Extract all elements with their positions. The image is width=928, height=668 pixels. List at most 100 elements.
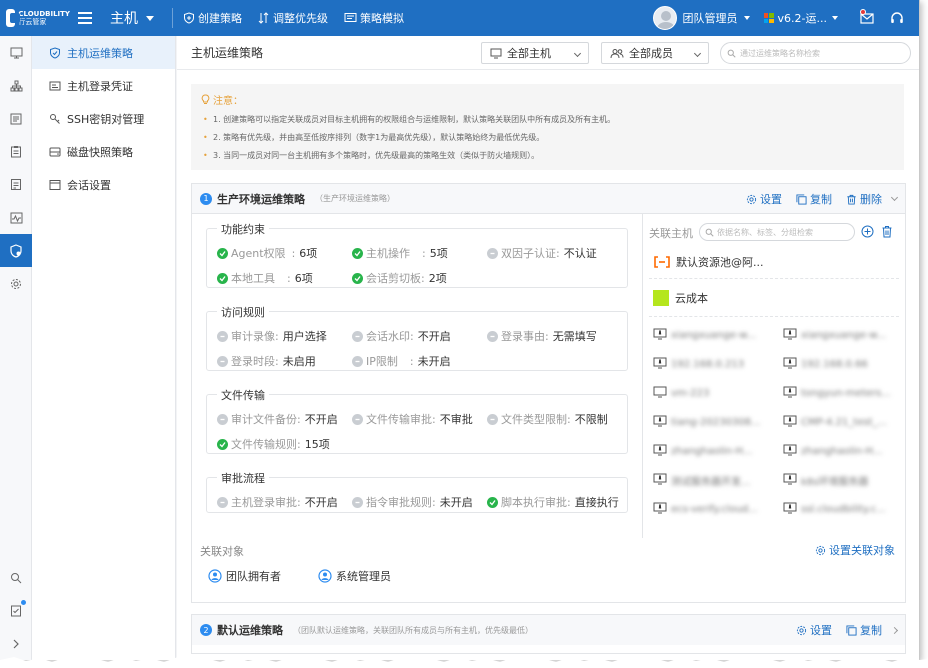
subnav-ssh-keys[interactable]: SSH密钥对管理 [32,102,175,135]
rail-overview[interactable] [0,36,32,69]
host-item[interactable]: ssl.cloudbility.c... [783,502,886,517]
resource-pool-item[interactable]: 默认资源池@阿... [653,254,764,270]
chevron-down-icon [693,49,702,58]
rule-file-type-limit: 文件类型限制: 不限制 [487,411,608,427]
rail-topology[interactable] [0,69,32,102]
host-item[interactable]: CMP-4.21_test_... [783,415,887,430]
group-title: 访问规则 [217,304,269,320]
linux-host-icon [653,357,671,372]
policy-simulation-button[interactable]: 策略模拟 [344,10,404,26]
cloud-cost-item[interactable]: 云成本 [653,290,708,306]
linux-host-icon [653,328,671,343]
rail-settings[interactable] [0,267,32,300]
rail-audit[interactable] [0,168,32,201]
rule-value: 未开启 [417,355,451,368]
add-circle-icon[interactable] [861,225,874,238]
policy-settings-button[interactable]: 设置 [796,622,832,638]
host-item[interactable]: k8s环境服务器 [783,473,868,488]
rule-value: 2项 [428,272,447,285]
linux-host-icon [653,444,671,459]
subnav-host-credentials[interactable]: 主机登录凭证 [32,69,175,102]
policy-search-input[interactable]: 通过运维策略名称检索 [720,42,911,64]
version-selector[interactable]: v6.2-运... [763,10,838,26]
rail-clipboard[interactable] [0,135,32,168]
chevron-down-icon [832,16,838,20]
related-hosts-label: 关联主机 [649,227,693,240]
chevron-down-icon[interactable] [146,15,154,21]
rail-tasks[interactable] [0,594,32,627]
rail-search[interactable] [0,561,32,594]
policy-card-header[interactable]: 1 生产环境运维策略 （生产环境运维策略） 设置 复制 删除 [192,184,905,214]
chevron-right-icon[interactable] [890,626,899,634]
host-search-input[interactable]: 依据名称、标签、分组检索 [699,223,855,241]
minus-icon [352,413,363,425]
rule-label: 主机操作 [366,247,410,260]
shield-gear-icon [10,243,22,258]
policy-copy-button[interactable]: 复制 [796,191,832,207]
host-item[interactable]: xiangxuange-w... [653,328,756,343]
search-icon [727,49,736,58]
policy-copy-button[interactable]: 复制 [846,622,882,638]
chevron-down-icon[interactable] [890,193,899,202]
host-item[interactable]: 测试服务器开发... [653,473,751,488]
rail-hosts[interactable] [0,102,32,135]
cloud-cost-icon [653,290,669,306]
avatar[interactable] [652,6,677,30]
host-item[interactable]: tiang-20230308... [653,415,761,430]
host-item[interactable]: vm-223 [653,386,709,401]
host-item[interactable]: ecs-verify.cloud... [653,502,758,517]
policy-delete-button[interactable]: 删除 [846,191,882,207]
host-item[interactable]: xiangxuange-w... [783,328,886,343]
related-objects-label: 关联对象 [200,545,244,558]
rule-audit-recording: 审计录像: 用户选择 [217,328,327,344]
host-name: ssl.cloudbility.c... [801,504,886,515]
subnav-host-ops-policy[interactable]: 主机运维策略 [32,36,175,69]
rail-security-policy[interactable] [0,234,32,267]
rule-script-approval: 脚本执行审批: 直接执行 [487,494,619,510]
list-icon [10,113,22,124]
host-filter-select[interactable]: 全部主机 [481,42,589,64]
app-logo[interactable]: CLOUDBILITY 行云管家 [6,6,70,30]
policy-card-header[interactable]: 2 默认运维策略 （团队默认运维策略，关联团队所有成员与所有主机，优先级最低） … [192,615,905,645]
settings-label: 设置 [810,624,832,637]
hamburger-menu-icon[interactable] [78,12,92,24]
rule-group-file-transfer: 文件传输 审计文件备份: 不开启 文件传输审批: 不审批 文件类型限制: 不限制… [206,387,628,454]
policy-card: 1 生产环境运维策略 （生产环境运维策略） 设置 复制 删除 功能约束 Agen… [191,183,906,603]
host-name: xiangxuange-w... [801,330,887,341]
rail-monitor[interactable] [0,201,32,234]
subnav-disk-snapshot[interactable]: 磁盘快照策略 [32,135,175,168]
host-item[interactable]: 192.168.0.213 [653,357,744,372]
rule-value: 无需填写 [552,330,597,343]
divider [172,8,173,28]
trash-icon[interactable] [881,225,893,238]
shield-plus-icon [184,12,194,24]
priority-badge: 1 [200,192,212,205]
rule-label: IP限制 [366,355,398,368]
messages-button[interactable] [852,0,882,36]
team-name[interactable]: 团队管理员 [683,10,738,26]
host-name: vm-223 [671,388,710,399]
host-item[interactable]: zhanghaolin-H... [653,444,752,459]
subnav-session-settings[interactable]: 会话设置 [32,168,175,201]
adjust-priority-button[interactable]: 调整优先级 [258,10,328,26]
member-filter-select[interactable]: 全部成员 [601,42,709,64]
linux-host-icon [783,357,801,372]
clipboard-icon [11,146,21,158]
member-filter-value: 全部成员 [629,47,673,60]
check-icon [487,496,498,508]
host-item[interactable]: 192.168.0.66 [783,357,868,372]
chevron-down-icon[interactable] [743,16,750,20]
support-button[interactable] [882,0,912,36]
host-item[interactable]: zhanghaolin-H... [783,444,882,459]
check-icon [352,247,363,259]
rule-label: 文件传输规则 [231,438,297,451]
policy-settings-button[interactable]: 设置 [746,191,782,207]
create-policy-button[interactable]: 创建策略 [183,10,242,26]
set-related-objects-link[interactable]: 设置关联对象 [815,542,895,558]
notice-line: 2. 策略有优先级，并由高至低按序排列（数字1为最高优先级），默认策略始终为最低… [201,129,894,147]
module-title[interactable]: 主机 [110,8,138,28]
host-item[interactable]: tongyun-meters... [783,386,891,401]
rule-value: 未启用 [282,355,316,368]
minus-icon [352,355,363,367]
host-filter-value: 全部主机 [507,47,551,60]
